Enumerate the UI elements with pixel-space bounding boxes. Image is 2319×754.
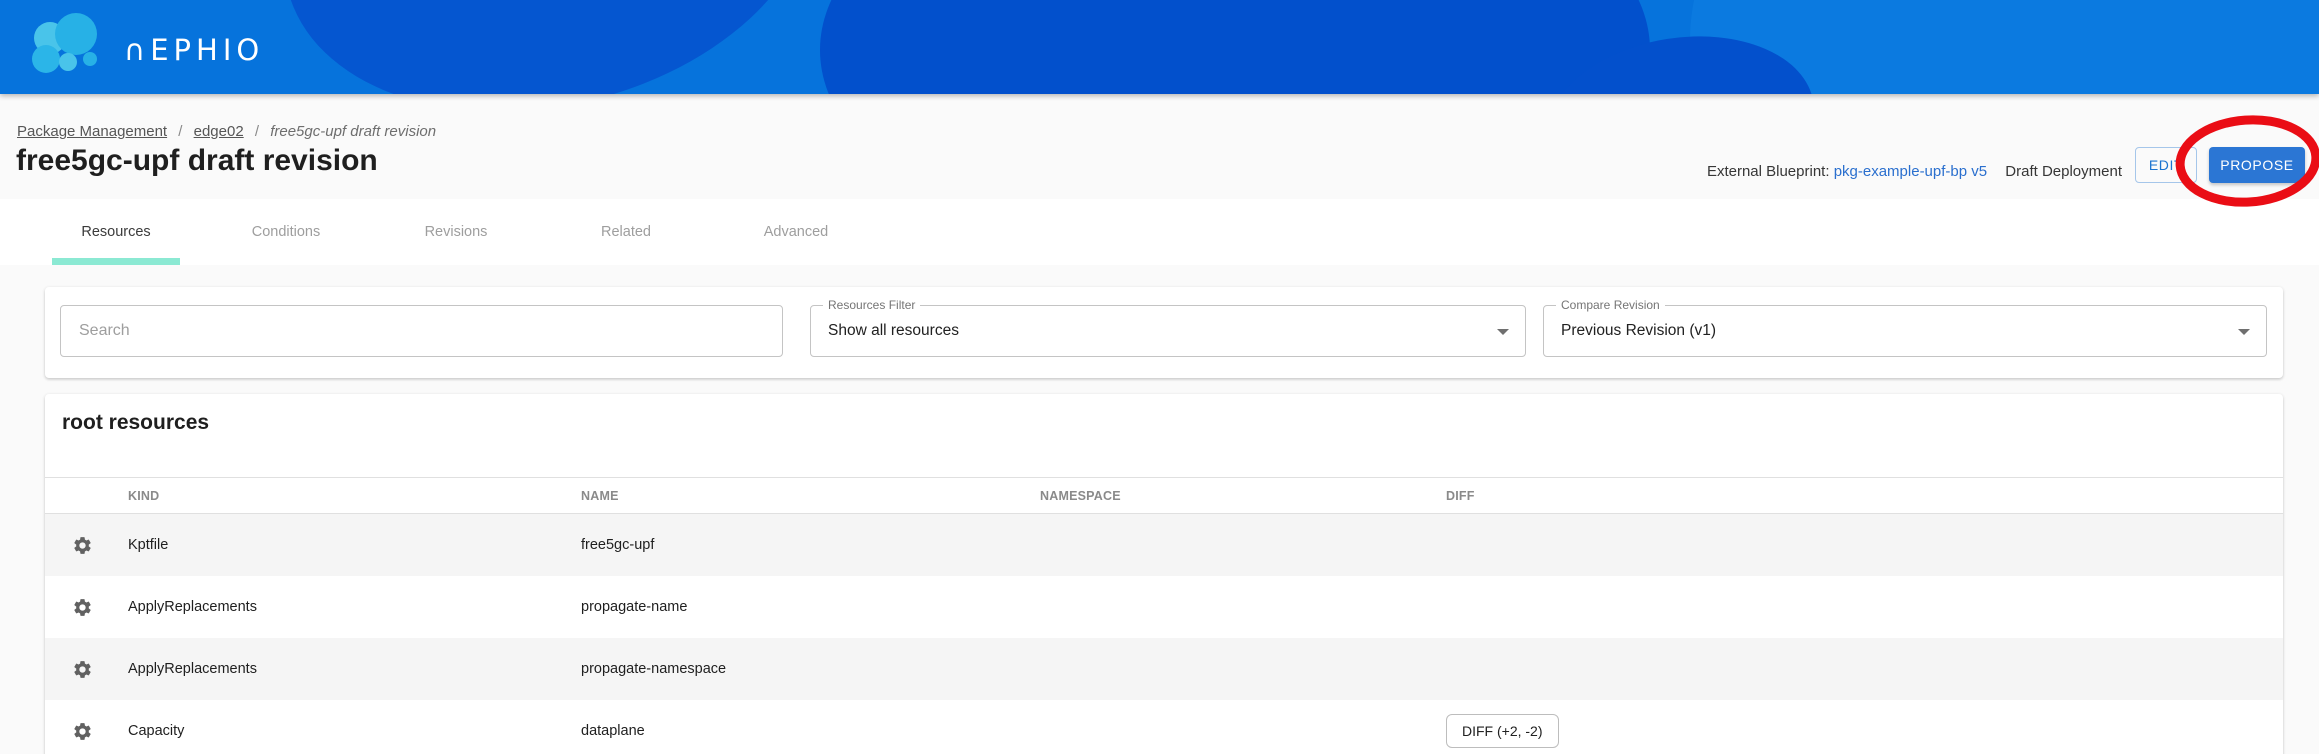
diff-button[interactable]: DIFF (+2, -2) bbox=[1446, 714, 1559, 748]
settings-gear-icon[interactable] bbox=[45, 535, 128, 556]
table-row[interactable]: ApplyReplacements propagate-name bbox=[45, 576, 2283, 638]
root-resources-card: root resources KIND NAME NAMESPACE DIFF … bbox=[45, 394, 2283, 754]
deployment-status: Draft Deployment bbox=[2005, 163, 2122, 180]
app-header: ∩EPHIO bbox=[0, 0, 2319, 94]
filter-card: Resources Filter Show all resources Comp… bbox=[45, 287, 2283, 378]
cell-name: free5gc-upf bbox=[581, 537, 1040, 553]
breadcrumb: Package Management / edge02 / free5gc-up… bbox=[17, 123, 436, 140]
active-tab-indicator bbox=[52, 258, 180, 265]
resources-filter-select[interactable]: Resources Filter Show all resources bbox=[810, 305, 1526, 357]
table-body: Kptfile free5gc-upf ApplyReplacements pr… bbox=[45, 514, 2283, 754]
search-input[interactable] bbox=[60, 305, 783, 357]
tab-revisions[interactable]: Revisions bbox=[371, 199, 541, 265]
breadcrumb-current: free5gc-upf draft revision bbox=[270, 123, 436, 140]
tab-bar: ResourcesConditionsRevisionsRelatedAdvan… bbox=[0, 199, 2319, 265]
breadcrumb-separator: / bbox=[178, 123, 182, 140]
tab-conditions[interactable]: Conditions bbox=[201, 199, 371, 265]
external-blueprint-link[interactable]: pkg-example-upf-bp v5 bbox=[1834, 163, 1987, 180]
breadcrumb-link-edge02[interactable]: edge02 bbox=[194, 123, 244, 140]
edit-button[interactable]: EDIT bbox=[2135, 147, 2197, 183]
column-header-kind: KIND bbox=[128, 489, 581, 503]
table-row[interactable]: Capacity dataplane DIFF (+2, -2) bbox=[45, 700, 2283, 754]
tab-advanced[interactable]: Advanced bbox=[711, 199, 881, 265]
breadcrumb-separator: / bbox=[255, 123, 259, 140]
nephio-logo[interactable]: ∩EPHIO bbox=[26, 10, 346, 84]
cell-name: propagate-name bbox=[581, 599, 1040, 615]
package-meta: External Blueprint: pkg-example-upf-bp v… bbox=[1707, 163, 2122, 180]
column-header-diff: DIFF bbox=[1446, 489, 2283, 503]
page-title: free5gc-upf draft revision bbox=[16, 144, 378, 178]
nephio-logo-text: ∩EPHIO bbox=[124, 33, 264, 67]
caret-down-icon bbox=[2238, 329, 2250, 335]
table-row[interactable]: Kptfile free5gc-upf bbox=[45, 514, 2283, 576]
propose-button[interactable]: PROPOSE bbox=[2209, 147, 2305, 183]
cell-kind: ApplyReplacements bbox=[128, 661, 581, 677]
external-blueprint-label: External Blueprint: bbox=[1707, 163, 1830, 180]
cell-kind: ApplyReplacements bbox=[128, 599, 581, 615]
settings-gear-icon[interactable] bbox=[45, 659, 128, 680]
tab-resources[interactable]: Resources bbox=[31, 199, 201, 265]
tab-related[interactable]: Related bbox=[541, 199, 711, 265]
table-row[interactable]: ApplyReplacements propagate-namespace bbox=[45, 638, 2283, 700]
compare-revision-select[interactable]: Compare Revision Previous Revision (v1) bbox=[1543, 305, 2267, 357]
table-header-row: KIND NAME NAMESPACE DIFF bbox=[45, 477, 2283, 514]
cell-kind: Kptfile bbox=[128, 537, 581, 553]
cell-diff: DIFF (+2, -2) bbox=[1446, 714, 2283, 748]
column-header-name: NAME bbox=[581, 489, 1040, 503]
settings-gear-icon[interactable] bbox=[45, 597, 128, 618]
cell-kind: Capacity bbox=[128, 723, 581, 739]
search-box bbox=[60, 305, 783, 357]
cell-name: propagate-namespace bbox=[581, 661, 1040, 677]
nephio-cloud-icon bbox=[26, 12, 114, 82]
settings-gear-icon[interactable] bbox=[45, 721, 128, 742]
header-decor-shape bbox=[820, 0, 1650, 94]
caret-down-icon bbox=[1497, 329, 1509, 335]
column-header-namespace: NAMESPACE bbox=[1040, 489, 1446, 503]
breadcrumb-link-package-management[interactable]: Package Management bbox=[17, 123, 167, 140]
compare-revision-value: Previous Revision (v1) bbox=[1561, 306, 1716, 356]
resources-filter-value: Show all resources bbox=[828, 306, 959, 356]
cell-name: dataplane bbox=[581, 723, 1040, 739]
section-title: root resources bbox=[62, 411, 209, 435]
